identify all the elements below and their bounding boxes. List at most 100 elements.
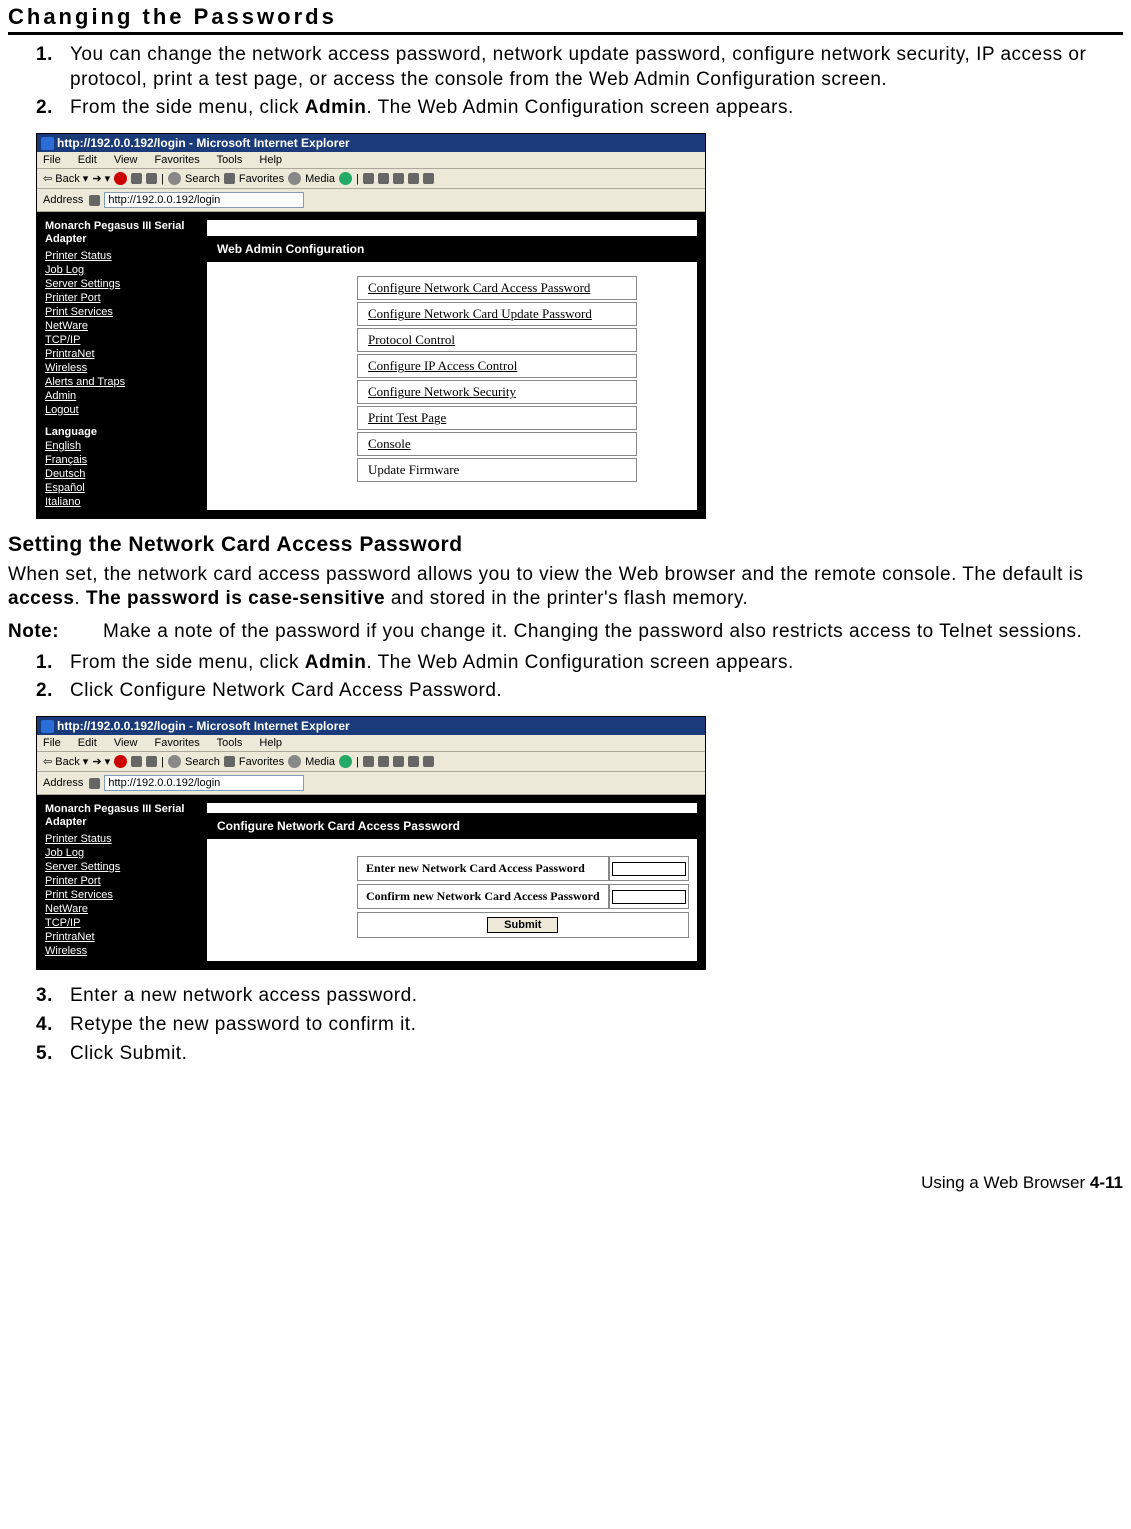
media-icon[interactable] (288, 172, 301, 185)
search-icon[interactable] (168, 755, 181, 768)
sidebar-link-printer-port[interactable]: Printer Port (45, 292, 199, 304)
opt-update-firmware[interactable]: Update Firmware (357, 458, 637, 482)
favorites-icon[interactable] (224, 756, 235, 767)
favorites-icon[interactable] (224, 173, 235, 184)
edit-icon[interactable] (393, 173, 404, 184)
favorites-button[interactable]: Favorites (239, 756, 284, 768)
tool-icon[interactable] (423, 173, 434, 184)
mail-icon[interactable] (363, 756, 374, 767)
sidebar-language-label: Language (45, 426, 199, 438)
opt-access-password[interactable]: Configure Network Card Access Password (357, 276, 637, 300)
sidebar: Monarch Pegasus III Serial Adapter Print… (37, 212, 207, 517)
media-icon[interactable] (288, 755, 301, 768)
search-button[interactable]: Search (185, 756, 220, 768)
menu-tools[interactable]: Tools (217, 154, 243, 166)
menu-help[interactable]: Help (259, 737, 282, 749)
paragraph: When set, the network card access passwo… (8, 563, 1123, 612)
sidebar-link-printer-port[interactable]: Printer Port (45, 875, 199, 887)
mail-icon[interactable] (363, 173, 374, 184)
ie-icon (41, 137, 54, 150)
refresh-icon[interactable] (131, 173, 142, 184)
toolbar-sep: | (161, 173, 164, 185)
stop-icon[interactable] (114, 172, 127, 185)
menu-favorites[interactable]: Favorites (155, 154, 200, 166)
menu-view[interactable]: View (114, 154, 138, 166)
sidebar-link-alerts-traps[interactable]: Alerts and Traps (45, 376, 199, 388)
sidebar-lang-english[interactable]: English (45, 440, 199, 452)
forward-button[interactable]: ➔ ▾ (92, 755, 110, 768)
menu-help[interactable]: Help (259, 154, 282, 166)
menu-favorites[interactable]: Favorites (155, 737, 200, 749)
sidebar-lang-italiano[interactable]: Italiano (45, 496, 199, 508)
sidebar-link-server-settings[interactable]: Server Settings (45, 861, 199, 873)
menu-view[interactable]: View (114, 737, 138, 749)
sidebar-link-print-services[interactable]: Print Services (45, 306, 199, 318)
sidebar-link-admin[interactable]: Admin (45, 390, 199, 402)
toolbar-sep: | (161, 756, 164, 768)
ie-content: Monarch Pegasus III Serial Adapter Print… (37, 795, 705, 969)
opt-print-test[interactable]: Print Test Page (357, 406, 637, 430)
favorites-button[interactable]: Favorites (239, 173, 284, 185)
sidebar-link-job-log[interactable]: Job Log (45, 847, 199, 859)
opt-protocol-control[interactable]: Protocol Control (357, 328, 637, 352)
back-button[interactable]: ⇦ Back ▾ (43, 172, 88, 185)
discuss-icon[interactable] (408, 173, 419, 184)
stop-icon[interactable] (114, 755, 127, 768)
sidebar-link-netware[interactable]: NetWare (45, 320, 199, 332)
menu-edit[interactable]: Edit (78, 737, 97, 749)
panel-heading: Web Admin Configuration (207, 236, 697, 262)
menu-edit[interactable]: Edit (78, 154, 97, 166)
subheading: Setting the Network Card Access Password (8, 533, 1123, 557)
search-button[interactable]: Search (185, 173, 220, 185)
sidebar-link-tcpip[interactable]: TCP/IP (45, 334, 199, 346)
sidebar-link-logout[interactable]: Logout (45, 404, 199, 416)
para-pre: When set, the network card access passwo… (8, 564, 1083, 585)
media-button[interactable]: Media (305, 756, 335, 768)
sidebar-link-printranet[interactable]: PrintraNet (45, 931, 199, 943)
sidebar-lang-deutsch[interactable]: Deutsch (45, 468, 199, 480)
sidebar-lang-francais[interactable]: Français (45, 454, 199, 466)
opt-ip-access-control[interactable]: Configure IP Access Control (357, 354, 637, 378)
pw-input-enter[interactable] (609, 856, 689, 881)
panel-heading: Configure Network Card Access Password (207, 813, 697, 839)
media-button[interactable]: Media (305, 173, 335, 185)
refresh-icon[interactable] (131, 756, 142, 767)
sidebar-link-job-log[interactable]: Job Log (45, 264, 199, 276)
sidebar-link-wireless[interactable]: Wireless (45, 362, 199, 374)
opt-console[interactable]: Console (357, 432, 637, 456)
menu-file[interactable]: File (43, 154, 61, 166)
history-icon[interactable] (339, 755, 352, 768)
address-url[interactable]: http://192.0.0.192/login (104, 192, 304, 208)
ie-title-text: http://192.0.0.192/login - Microsoft Int… (57, 719, 350, 733)
sidebar-lang-espanol[interactable]: Español (45, 482, 199, 494)
submit-button[interactable]: Submit (487, 917, 558, 933)
discuss-icon[interactable] (408, 756, 419, 767)
search-icon[interactable] (168, 172, 181, 185)
menu-file[interactable]: File (43, 737, 61, 749)
sidebar-link-netware[interactable]: NetWare (45, 903, 199, 915)
home-icon[interactable] (146, 756, 157, 767)
print-icon[interactable] (378, 173, 389, 184)
step-number: 1. (36, 43, 70, 92)
sidebar-link-print-services[interactable]: Print Services (45, 889, 199, 901)
ie-addressbar: Address http://192.0.0.192/login (37, 772, 705, 795)
print-icon[interactable] (378, 756, 389, 767)
tool-icon[interactable] (423, 756, 434, 767)
pw-input-confirm[interactable] (609, 884, 689, 909)
sidebar-link-printer-status[interactable]: Printer Status (45, 833, 199, 845)
forward-button[interactable]: ➔ ▾ (92, 172, 110, 185)
sidebar-link-server-settings[interactable]: Server Settings (45, 278, 199, 290)
sidebar-link-tcpip[interactable]: TCP/IP (45, 917, 199, 929)
opt-network-security[interactable]: Configure Network Security (357, 380, 637, 404)
sidebar-link-printranet[interactable]: PrintraNet (45, 348, 199, 360)
home-icon[interactable] (146, 173, 157, 184)
page-icon (89, 778, 100, 789)
history-icon[interactable] (339, 172, 352, 185)
back-button[interactable]: ⇦ Back ▾ (43, 755, 88, 768)
sidebar-link-printer-status[interactable]: Printer Status (45, 250, 199, 262)
edit-icon[interactable] (393, 756, 404, 767)
address-url[interactable]: http://192.0.0.192/login (104, 775, 304, 791)
sidebar-link-wireless[interactable]: Wireless (45, 945, 199, 957)
opt-update-password[interactable]: Configure Network Card Update Password (357, 302, 637, 326)
menu-tools[interactable]: Tools (217, 737, 243, 749)
